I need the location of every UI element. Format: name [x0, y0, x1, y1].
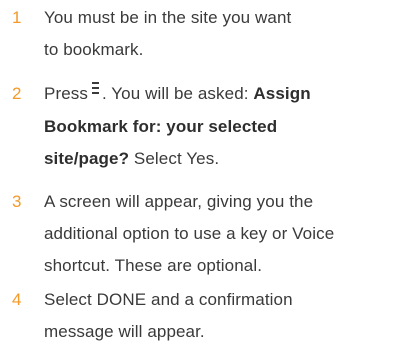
prompt-text: Bookmark for: your selected — [44, 116, 278, 136]
press-text: Press — [44, 84, 88, 103]
prompt-text: site/page? — [44, 148, 130, 168]
step-number: 2 — [12, 84, 22, 103]
step-text: You must be in the site you want to book… — [44, 2, 399, 66]
step-text: A screen will appear, giving you the add… — [44, 186, 399, 282]
step-number: 1 — [12, 8, 22, 27]
step-line: additional option to use a key or Voice — [44, 224, 335, 243]
step-number: 3 — [12, 192, 22, 211]
step-line: shortcut. These are optional. — [44, 256, 263, 275]
after-bold-text: Select Yes. — [133, 148, 220, 168]
menu-icon — [91, 73, 99, 105]
prompt-text: Assign — [253, 84, 311, 103]
step-text: Select DONE and a confirmation message w… — [44, 284, 399, 348]
step-text: Press . You will be asked: Assign Bookmar… — [44, 78, 399, 175]
step-line: Press . You will be asked: Assign — [44, 78, 399, 111]
step-line: message will appear. — [44, 322, 205, 341]
step-line: Select DONE and a confirmation — [44, 290, 293, 309]
step-line: to bookmark. — [44, 40, 144, 59]
step-line: A screen will appear, giving you the — [44, 192, 314, 211]
step-line: You must be in the site you want — [44, 8, 292, 27]
after-icon-text: . You will be asked: — [101, 84, 249, 103]
step-line: site/page? Select Yes. — [44, 143, 399, 175]
step-number: 4 — [12, 290, 22, 309]
